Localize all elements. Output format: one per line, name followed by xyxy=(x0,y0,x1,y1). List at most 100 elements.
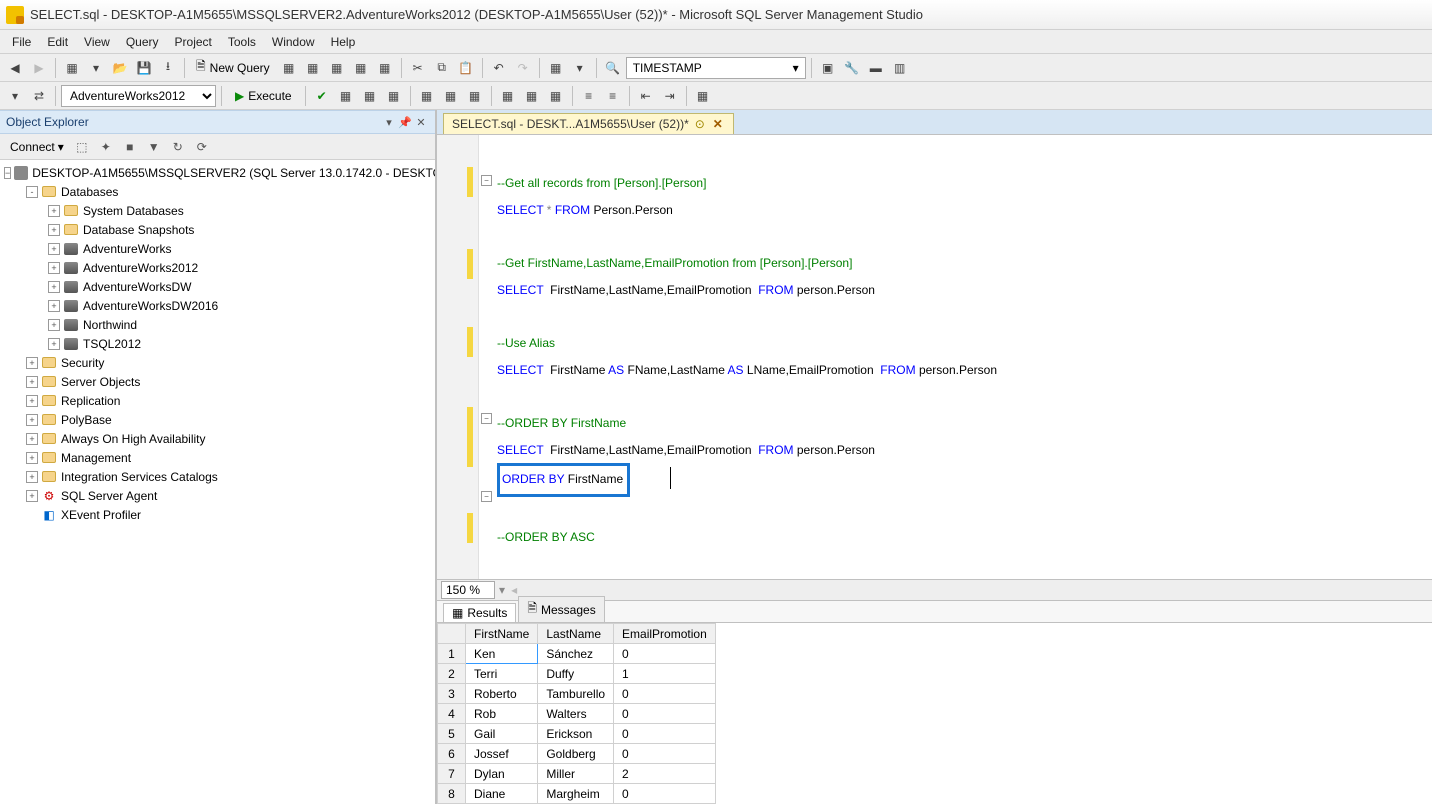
object-tree[interactable]: − DESKTOP-A1M5655\MSSQLSERVER2 (SQL Serv… xyxy=(0,160,435,804)
parse-icon[interactable]: ✔ xyxy=(311,85,333,107)
sql-editor[interactable]: − − − --Get all records from [Person].[P… xyxy=(437,134,1432,579)
tree-node[interactable]: +Replication xyxy=(0,391,435,410)
menu-tools[interactable]: Tools xyxy=(220,32,264,52)
messages-tab[interactable]: 🗎 Messages xyxy=(518,596,604,622)
expander-icon[interactable]: + xyxy=(48,205,60,217)
cut-icon[interactable]: ✂ xyxy=(407,57,429,79)
cell[interactable]: Erickson xyxy=(538,724,614,744)
nav-fwd-icon[interactable]: ▶ xyxy=(28,57,50,79)
new-project-icon[interactable]: ▦ xyxy=(61,57,83,79)
cell[interactable]: 0 xyxy=(614,704,716,724)
redo-icon[interactable]: ↷ xyxy=(512,57,534,79)
expander-icon[interactable]: + xyxy=(48,224,60,236)
xmla-query-icon[interactable]: ▦ xyxy=(374,57,396,79)
activity-monitor-icon[interactable]: ▦ xyxy=(545,57,567,79)
stats-icon[interactable]: ▦ xyxy=(416,85,438,107)
results-text-icon[interactable]: ▦ xyxy=(497,85,519,107)
indent-icon[interactable]: ⇥ xyxy=(659,85,681,107)
tree-node[interactable]: +PolyBase xyxy=(0,410,435,429)
tree-node[interactable]: +Northwind xyxy=(0,315,435,334)
table-row[interactable]: 4 Rob Walters 0 xyxy=(438,704,716,724)
expander-icon[interactable]: - xyxy=(26,186,38,198)
menu-edit[interactable]: Edit xyxy=(39,32,76,52)
results-grid-icon[interactable]: ▦ xyxy=(521,85,543,107)
specify-values-icon[interactable]: ▦ xyxy=(692,85,714,107)
scroll-left-icon[interactable]: ◂ xyxy=(511,583,517,597)
table-row[interactable]: 1 Ken Sánchez 0 xyxy=(438,644,716,664)
expander-icon[interactable]: − xyxy=(4,167,11,179)
plan2-icon[interactable]: ▦ xyxy=(383,85,405,107)
menu-window[interactable]: Window xyxy=(264,32,323,52)
col-header[interactable]: LastName xyxy=(538,624,614,644)
copy-icon[interactable]: ⧉ xyxy=(431,57,453,79)
comment-icon[interactable]: ≡ xyxy=(578,85,600,107)
cell[interactable]: 0 xyxy=(614,644,716,664)
stop-icon[interactable]: ✦ xyxy=(96,137,116,157)
results-file-icon[interactable]: ▦ xyxy=(545,85,567,107)
refresh2-icon[interactable]: ↻ xyxy=(168,137,188,157)
zoom-dropdown[interactable]: 150 % xyxy=(441,581,495,599)
menu-project[interactable]: Project xyxy=(167,32,220,52)
save-icon[interactable]: 💾 xyxy=(133,57,155,79)
cell[interactable]: Miller xyxy=(538,764,614,784)
cell[interactable]: 0 xyxy=(614,724,716,744)
expander-icon[interactable]: + xyxy=(26,357,38,369)
expander-icon[interactable]: + xyxy=(48,281,60,293)
cell[interactable]: 1 xyxy=(614,664,716,684)
new-file-icon[interactable]: ▾ xyxy=(85,57,107,79)
cell[interactable]: 0 xyxy=(614,784,716,804)
analysis-query-icon[interactable]: ▦ xyxy=(302,57,324,79)
cell[interactable]: Duffy xyxy=(538,664,614,684)
filter-icon[interactable]: ▼ xyxy=(144,137,164,157)
tree-node[interactable]: +TSQL2012 xyxy=(0,334,435,353)
table-row[interactable]: 7 Dylan Miller 2 xyxy=(438,764,716,784)
row-number[interactable]: 2 xyxy=(438,664,466,684)
menu-help[interactable]: Help xyxy=(323,32,364,52)
dropdown-icon[interactable]: ▾ xyxy=(569,57,591,79)
new-query-button[interactable]: 🗎 New Query xyxy=(190,57,276,79)
find-icon[interactable]: 🔍 xyxy=(602,57,624,79)
cell[interactable]: Margheim xyxy=(538,784,614,804)
expander-icon[interactable]: + xyxy=(48,243,60,255)
cell[interactable]: 2 xyxy=(614,764,716,784)
row-number[interactable]: 3 xyxy=(438,684,466,704)
row-number[interactable]: 1 xyxy=(438,644,466,664)
table-row[interactable]: 5 Gail Erickson 0 xyxy=(438,724,716,744)
col-header[interactable]: EmailPromotion xyxy=(614,624,716,644)
fold-icon[interactable]: − xyxy=(481,175,492,186)
results-tab[interactable]: ▦ Results xyxy=(443,603,516,622)
nav-back-icon[interactable]: ◀ xyxy=(4,57,26,79)
tree-node[interactable]: +System Databases xyxy=(0,201,435,220)
refresh-icon[interactable]: ■ xyxy=(120,137,140,157)
expander-icon[interactable]: + xyxy=(26,376,38,388)
open-icon[interactable]: 📂 xyxy=(109,57,131,79)
row-number[interactable]: 8 xyxy=(438,784,466,804)
cell[interactable]: Sánchez xyxy=(538,644,614,664)
tree-node[interactable]: +AdventureWorks xyxy=(0,239,435,258)
row-number[interactable]: 4 xyxy=(438,704,466,724)
cell[interactable]: Rob xyxy=(466,704,538,724)
change-connection-icon[interactable]: ⇄ xyxy=(28,85,50,107)
expander-icon[interactable]: + xyxy=(26,471,38,483)
panel-close-icon[interactable]: ✕ xyxy=(413,114,429,130)
cell[interactable]: Ken xyxy=(466,644,538,664)
expander-icon[interactable]: + xyxy=(48,262,60,274)
paste-icon[interactable]: 📋 xyxy=(455,57,477,79)
cell[interactable]: 0 xyxy=(614,684,716,704)
expander-icon[interactable]: + xyxy=(48,300,60,312)
dmx-query-icon[interactable]: ▦ xyxy=(350,57,372,79)
layout-icon-1[interactable]: ▣ xyxy=(817,57,839,79)
execute-button[interactable]: ▶ Execute xyxy=(227,85,300,107)
plan-icon[interactable]: ▦ xyxy=(335,85,357,107)
tree-node[interactable]: +Integration Services Catalogs xyxy=(0,467,435,486)
database-dropdown[interactable]: AdventureWorks2012 xyxy=(61,85,216,107)
disconnect-icon[interactable]: ⬚ xyxy=(72,137,92,157)
undo-icon[interactable]: ↶ xyxy=(488,57,510,79)
uncomment-icon[interactable]: ≡ xyxy=(602,85,624,107)
row-number[interactable]: 7 xyxy=(438,764,466,784)
table-row[interactable]: 6 Jossef Goldberg 0 xyxy=(438,744,716,764)
pin-icon[interactable]: ⊙ xyxy=(695,117,705,131)
close-tab-icon[interactable]: ✕ xyxy=(711,117,725,131)
cell[interactable]: Roberto xyxy=(466,684,538,704)
col-header[interactable]: FirstName xyxy=(466,624,538,644)
